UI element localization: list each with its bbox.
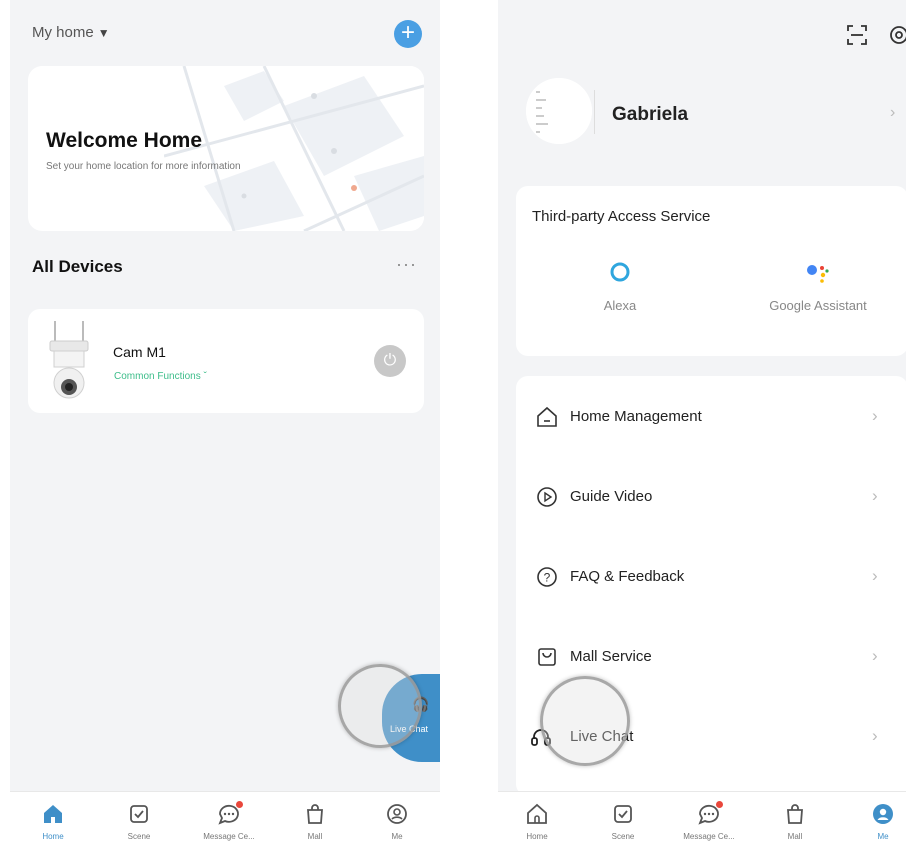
home-selector[interactable]: My home ▼ xyxy=(32,24,110,41)
chevron-right-icon: › xyxy=(872,486,878,505)
tab-mall[interactable]: Mall xyxy=(280,802,350,841)
service-label: Alexa xyxy=(603,298,637,313)
tab-label: Mall xyxy=(787,832,803,841)
tab-me[interactable]: Me xyxy=(362,802,432,841)
menu-label: FAQ & Feedback xyxy=(570,568,685,585)
chevron-right-icon: › xyxy=(872,566,878,585)
touch-indicator xyxy=(338,664,422,748)
tab-message-center[interactable]: Message Ce... xyxy=(194,801,264,841)
user-name: Gabriela xyxy=(612,104,689,125)
me-icon xyxy=(387,804,407,824)
tab-label: Me xyxy=(877,832,889,841)
tab-bar: Home Scene Message Ce... Mall Me xyxy=(498,791,906,849)
settings-icon[interactable] xyxy=(888,24,906,51)
welcome-title: Welcome Home xyxy=(46,129,202,152)
third-party-card: Third-party Access Service Alexa Google … xyxy=(516,186,906,356)
notification-badge xyxy=(236,801,243,808)
chevron-right-icon: › xyxy=(872,726,878,745)
avatar-image xyxy=(526,78,592,144)
scan-icon[interactable] xyxy=(846,24,868,51)
scene-icon xyxy=(130,805,148,823)
scene-icon xyxy=(614,805,632,823)
home-outline-icon xyxy=(537,406,557,427)
profile-row[interactable]: Gabriela › xyxy=(498,70,906,160)
all-devices-title: All Devices xyxy=(32,257,123,276)
tab-label: Message Ce... xyxy=(683,832,735,841)
tab-message-center[interactable]: Message Ce... xyxy=(674,801,744,841)
chevron-right-icon: › xyxy=(872,406,878,425)
home-icon xyxy=(527,803,547,824)
me-screen: Gabriela › Third-party Access Service Al… xyxy=(498,0,906,849)
tab-home[interactable]: Home xyxy=(502,802,572,841)
power-icon: ⏻ xyxy=(383,352,397,369)
alexa-service[interactable]: Alexa xyxy=(580,260,660,313)
me-icon xyxy=(873,804,893,824)
more-options-icon[interactable]: ··· xyxy=(396,254,417,275)
tab-mall[interactable]: Mall xyxy=(760,802,830,841)
power-button[interactable]: ⏻ xyxy=(374,345,406,377)
notification-badge xyxy=(716,801,723,808)
home-icon xyxy=(44,805,62,823)
tab-scene[interactable]: Scene xyxy=(104,802,174,841)
menu-item-mall-service[interactable]: Mall Service › xyxy=(516,636,906,676)
chevron-right-icon: › xyxy=(872,646,878,665)
touch-indicator xyxy=(540,676,630,766)
google-assistant-icon xyxy=(807,265,829,283)
avatar xyxy=(526,78,592,144)
device-name: Cam M1 xyxy=(113,344,166,360)
tab-label: Home xyxy=(526,832,548,841)
question-circle-icon: ? xyxy=(537,567,557,587)
tab-label: Message Ce... xyxy=(203,832,255,841)
svg-text:?: ? xyxy=(544,571,551,585)
chevron-right-icon: › xyxy=(890,104,896,121)
home-screen: My home ▼ + Welcome Home Set your home l… xyxy=(10,0,440,849)
home-selector-label: My home xyxy=(32,24,94,41)
welcome-card[interactable]: Welcome Home Set your home location for … xyxy=(28,66,424,231)
service-label: Google Assistant xyxy=(769,298,867,313)
dropdown-arrow-icon: ▼ xyxy=(97,26,110,40)
tab-home[interactable]: Home xyxy=(18,802,88,841)
menu-label: Home Management xyxy=(570,408,702,425)
mall-icon xyxy=(307,804,323,824)
menu-item-faq-feedback[interactable]: ? FAQ & Feedback › xyxy=(516,556,906,596)
tab-bar: Home Scene Message Ce... Mall Me xyxy=(10,791,440,849)
camera-device-icon xyxy=(49,321,89,399)
tab-scene[interactable]: Scene xyxy=(588,802,658,841)
shop-icon xyxy=(538,648,556,666)
map-illustration xyxy=(164,66,424,231)
plus-icon: + xyxy=(400,19,415,46)
google-assistant-service[interactable]: Google Assistant xyxy=(748,260,888,313)
tab-label: Scene xyxy=(611,832,635,841)
tab-label: Scene xyxy=(127,832,151,841)
welcome-subtitle: Set your home location for more informat… xyxy=(46,161,241,172)
profile-divider xyxy=(594,90,595,134)
alexa-icon xyxy=(610,262,630,282)
play-circle-icon xyxy=(537,487,557,507)
tab-label: Me xyxy=(391,832,403,841)
common-functions-link[interactable]: Common Functions ˇ xyxy=(114,371,207,382)
add-device-button[interactable]: + xyxy=(394,20,422,48)
tab-label: Mall xyxy=(307,832,323,841)
tab-me[interactable]: Me xyxy=(848,802,906,841)
tab-label: Home xyxy=(42,832,64,841)
menu-item-home-management[interactable]: Home Management › xyxy=(516,396,906,436)
device-card-cam-m1[interactable]: Cam M1 Common Functions ˇ ⏻ xyxy=(28,309,424,413)
mall-icon xyxy=(787,804,803,824)
third-party-title: Third-party Access Service xyxy=(532,208,711,225)
menu-label: Mall Service xyxy=(570,648,652,665)
menu-item-guide-video[interactable]: Guide Video › xyxy=(516,476,906,516)
menu-label: Guide Video xyxy=(570,488,653,505)
